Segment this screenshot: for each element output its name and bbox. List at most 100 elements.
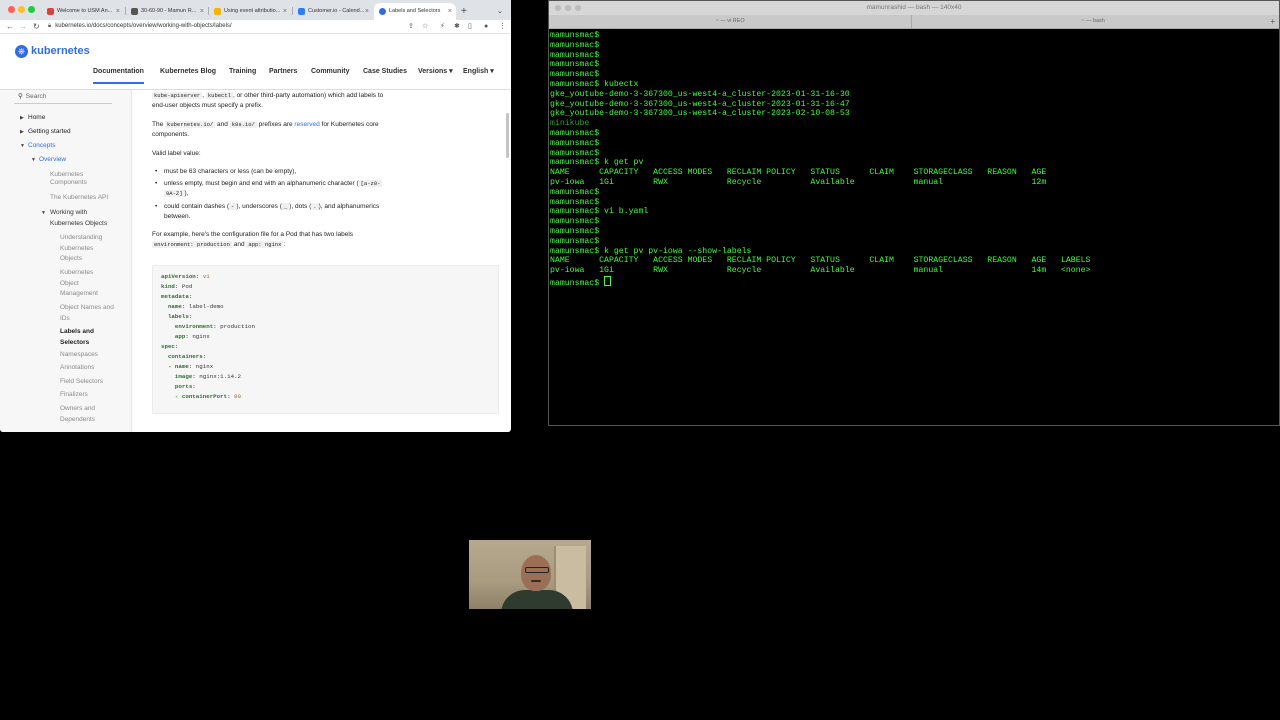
extension-icon[interactable]: ⚡︎ bbox=[440, 21, 445, 32]
sidebar-item-api[interactable]: The Kubernetes API bbox=[50, 194, 108, 202]
code-line: - containerPort: 80 bbox=[161, 393, 242, 400]
terminal-tab-2[interactable]: ~ — bash bbox=[911, 15, 1274, 28]
forward-arrow-icon[interactable]: → bbox=[19, 21, 27, 32]
close-tab-icon[interactable]: × bbox=[116, 3, 120, 20]
paragraph-reserved-prefixes: The kubernetes.io/ and k8s.io/ prefixes … bbox=[152, 121, 379, 138]
presenter-head bbox=[521, 555, 551, 591]
webcam-overlay bbox=[469, 540, 591, 609]
tab-label: Using event attributio... bbox=[224, 8, 281, 14]
sidebar-search-input[interactable]: ⚲ Search bbox=[14, 91, 112, 104]
docs-sidebar: ⚲ Search ▶ Home ▶ Getting started ▼ Concepts… bbox=[0, 90, 132, 432]
list-item: unless empty, must begin and end with an… bbox=[155, 179, 434, 198]
code-line: labels: bbox=[161, 313, 193, 320]
browser-tab-4[interactable]: Customer.io - Calend... × bbox=[293, 3, 373, 20]
nav-partners[interactable]: Partners bbox=[269, 67, 297, 76]
browser-tab-3[interactable]: Using event attributio... × bbox=[209, 3, 291, 20]
new-terminal-tab-button[interactable]: + bbox=[1270, 15, 1275, 28]
terminal-window[interactable]: mamunrashid — bash — 140x40 ~ — vi REO ~… bbox=[548, 0, 1280, 426]
terminal-line: NAME CAPACITY ACCESS MODES RECLAIM POLIC… bbox=[550, 256, 1091, 266]
tab-label: Customer.io - Calend... bbox=[308, 8, 365, 14]
profile-icon[interactable]: ● bbox=[484, 21, 488, 32]
sidebar-item-object-management[interactable]: Kubernetes Object Management bbox=[60, 268, 98, 300]
terminal-line: mamunsmac$ kubectx bbox=[550, 80, 639, 89]
sidebar-item-annotations[interactable]: Annotations bbox=[60, 364, 94, 372]
doc-icon bbox=[131, 8, 138, 15]
terminal-line: mamunsmac$ bbox=[550, 50, 600, 60]
bookmark-star-icon[interactable]: ☆ bbox=[422, 21, 428, 32]
new-tab-button[interactable]: + bbox=[461, 3, 467, 20]
sidebar-item-labels-selectors[interactable]: Labels and Selectors bbox=[60, 327, 94, 348]
caret-down-icon: ▼ bbox=[20, 143, 25, 149]
caret-down-icon: ▼ bbox=[41, 210, 46, 216]
sidebar-item-working-with-objects[interactable]: ▼ Working with Kubernetes Objects bbox=[41, 208, 107, 229]
close-tab-icon[interactable]: × bbox=[448, 3, 452, 20]
sidebar-item-overview[interactable]: ▼ Overview bbox=[31, 156, 66, 164]
lock-icon: 🔒︎ bbox=[48, 23, 52, 29]
code-line: name: label-demo bbox=[161, 303, 224, 310]
maximize-window-button[interactable] bbox=[575, 5, 581, 11]
nav-blog[interactable]: Kubernetes Blog bbox=[160, 67, 216, 76]
sidebar-item-object-names[interactable]: Object Names and IDs bbox=[60, 303, 114, 324]
terminal-prompt-line[interactable]: mamunsmac$ bbox=[550, 276, 612, 289]
reload-icon[interactable]: ↻ bbox=[33, 21, 40, 32]
kubernetes-logo-icon[interactable]: ⎈ bbox=[15, 45, 28, 58]
close-tab-icon[interactable]: × bbox=[283, 3, 287, 20]
url-field[interactable]: 🔒︎ kubernetes.io/docs/concepts/overview/w… bbox=[48, 22, 408, 31]
code-line: image: nginx:1.14.2 bbox=[161, 373, 242, 380]
terminal-line: mamunsmac$ bbox=[550, 138, 600, 148]
terminal-line: mamunsmac$ bbox=[550, 129, 600, 138]
terminal-cursor bbox=[604, 276, 612, 286]
nav-case-studies[interactable]: Case Studies bbox=[363, 67, 407, 76]
browser-tab-5-active[interactable]: Labels and Selectors × bbox=[374, 3, 456, 20]
site-logo-text[interactable]: kubernetes bbox=[31, 45, 90, 58]
calendar-icon bbox=[298, 8, 305, 15]
close-window-button[interactable] bbox=[555, 5, 561, 11]
nav-training[interactable]: Training bbox=[229, 67, 256, 76]
sidebar-item-finalizers[interactable]: Finalizers bbox=[60, 391, 88, 399]
tab-search-chevron-icon[interactable]: ⌄ bbox=[497, 3, 503, 20]
caret-right-icon: ▶ bbox=[20, 129, 24, 135]
browser-tab-1[interactable]: Welcome to USM An... × bbox=[42, 3, 124, 20]
close-tab-icon[interactable]: × bbox=[200, 3, 204, 20]
tab-label: Welcome to USM An... bbox=[57, 8, 113, 14]
maximize-window-button[interactable] bbox=[28, 6, 35, 13]
share-icon[interactable]: ⇪ bbox=[408, 21, 414, 32]
sidebar-item-components[interactable]: Kubernetes Components bbox=[50, 171, 87, 187]
code-line: - name: nginx bbox=[161, 363, 214, 370]
menu-kebab-icon[interactable]: ⋮ bbox=[499, 21, 506, 32]
puzzle-icon[interactable]: ✱ bbox=[454, 21, 460, 32]
terminal-line: mamunsmac$ bbox=[550, 31, 600, 40]
nav-documentation[interactable]: Documentation bbox=[93, 67, 144, 84]
sidebar-item-owners-dependents[interactable]: Owners and Dependents bbox=[60, 404, 95, 425]
browser-tab-2[interactable]: 30-60-90 - Mamun R... × bbox=[126, 3, 208, 20]
sidebar-item-home[interactable]: ▶ Home bbox=[20, 114, 45, 122]
code-line: ports: bbox=[161, 383, 196, 390]
terminal-title: mamunrashid — bash — 140x40 bbox=[866, 4, 962, 11]
terminal-line: mamunsmac$ bbox=[550, 70, 600, 80]
sidebar-item-namespaces[interactable]: Namespaces bbox=[60, 351, 98, 359]
sidebar-item-understanding-objects[interactable]: Understanding Kubernetes Objects bbox=[60, 233, 102, 265]
sidepanel-icon[interactable]: ▯ bbox=[468, 21, 472, 32]
k8s-icon bbox=[379, 8, 386, 15]
nav-versions-dropdown[interactable]: Versions ▾ bbox=[418, 67, 453, 76]
close-tab-icon[interactable]: × bbox=[365, 3, 369, 20]
code-line: metadata: bbox=[161, 293, 193, 300]
minimize-window-button[interactable] bbox=[18, 6, 25, 13]
page-scrollbar[interactable] bbox=[506, 113, 509, 158]
list-item: could contain dashes (-), underscores (_… bbox=[155, 202, 434, 221]
sidebar-item-concepts[interactable]: ▼ Concepts bbox=[20, 142, 55, 150]
back-arrow-icon[interactable]: ← bbox=[6, 21, 14, 32]
minimize-window-button[interactable] bbox=[565, 5, 571, 11]
inline-code: kubernetes.io/ bbox=[165, 121, 216, 128]
gmail-icon bbox=[47, 8, 54, 15]
nav-community[interactable]: Community bbox=[311, 67, 350, 76]
code-line: app: nginx bbox=[161, 333, 210, 340]
sidebar-item-field-selectors[interactable]: Field Selectors bbox=[60, 378, 103, 386]
valid-label-heading: Valid label value: bbox=[152, 150, 201, 157]
sidebar-item-getting-started[interactable]: ▶ Getting started bbox=[20, 128, 71, 136]
tab-strip: Welcome to USM An... × 30-60-90 - Mamun … bbox=[0, 0, 511, 20]
terminal-tab-1[interactable]: ~ — vi REO bbox=[549, 15, 911, 28]
nav-language-dropdown[interactable]: English ▾ bbox=[463, 67, 494, 76]
reserved-link[interactable]: reserved bbox=[294, 121, 319, 128]
close-window-button[interactable] bbox=[8, 6, 15, 13]
